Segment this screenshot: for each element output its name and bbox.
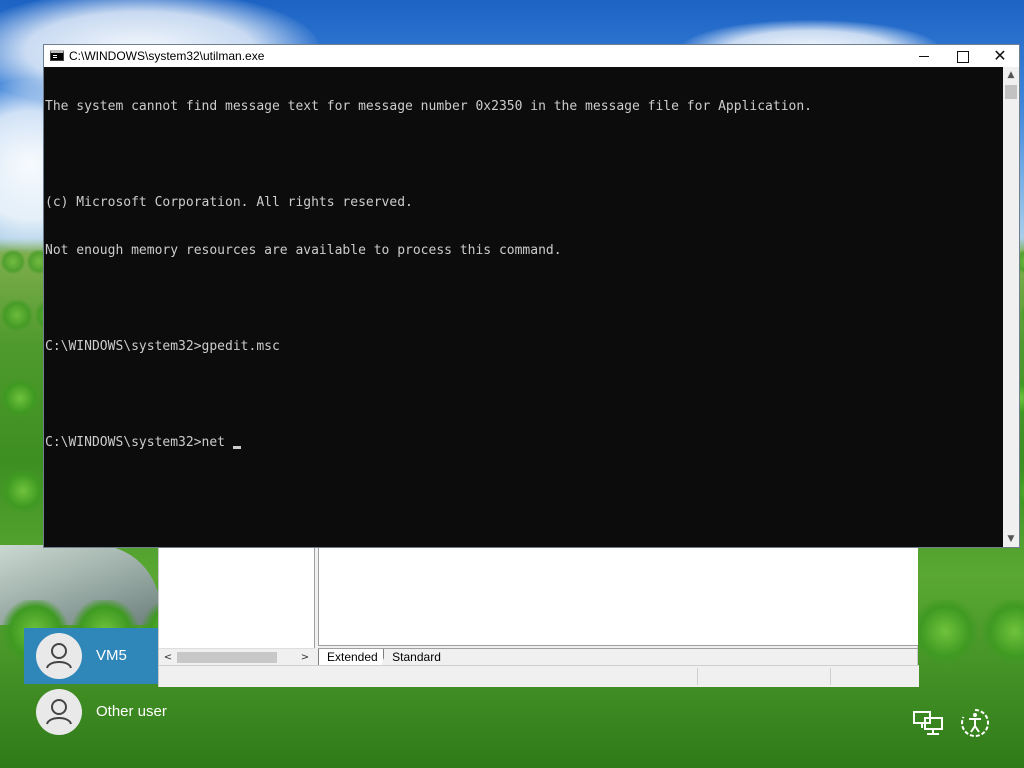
background-window: < > Extended Standard bbox=[158, 545, 919, 687]
console-input-line[interactable]: C:\WINDOWS\system32>net bbox=[45, 435, 1003, 451]
command-prompt-window[interactable]: C:\WINDOWS\system32\utilman.exe ✕ The sy… bbox=[43, 44, 1020, 548]
scrollbar-thumb[interactable] bbox=[177, 652, 277, 663]
tab-label: Standard bbox=[392, 650, 441, 664]
details-pane[interactable] bbox=[318, 546, 918, 646]
status-bar bbox=[159, 665, 919, 687]
tab-standard[interactable]: Standard bbox=[381, 649, 455, 666]
command-prompt-input[interactable]: C:\WINDOWS\system32>net bbox=[45, 435, 233, 450]
user-name: VM5 bbox=[96, 647, 127, 664]
user-tile-vm5[interactable]: VM5 bbox=[24, 628, 158, 684]
ease-of-access-icon[interactable] bbox=[958, 706, 992, 740]
horizontal-scrollbar[interactable]: < > bbox=[159, 648, 315, 665]
window-title: C:\WINDOWS\system32\utilman.exe bbox=[69, 49, 265, 63]
tab-label: Extended bbox=[327, 650, 378, 664]
console-output[interactable]: The system cannot find message text for … bbox=[45, 67, 1003, 547]
title-bar[interactable]: C:\WINDOWS\system32\utilman.exe ✕ bbox=[44, 45, 1019, 67]
console-line: The system cannot find message text for … bbox=[45, 99, 813, 114]
console-line: C:\WINDOWS\system32>gpedit.msc bbox=[45, 339, 280, 354]
text-cursor bbox=[232, 446, 241, 449]
scroll-down-button[interactable]: ▼ bbox=[1003, 531, 1019, 547]
tree-pane[interactable] bbox=[159, 546, 315, 648]
tab-extended[interactable]: Extended bbox=[318, 649, 384, 666]
console-line: Not enough memory resources are availabl… bbox=[45, 243, 562, 258]
maximize-button[interactable] bbox=[943, 45, 981, 67]
minimize-button[interactable] bbox=[905, 45, 943, 67]
scrollbar-thumb[interactable] bbox=[1005, 85, 1017, 99]
command-prompt-icon[interactable] bbox=[50, 50, 64, 61]
scroll-up-button[interactable]: ▲ bbox=[1003, 67, 1019, 83]
person-icon bbox=[46, 643, 72, 669]
network-icon[interactable] bbox=[911, 706, 945, 740]
console-line: (c) Microsoft Corporation. All rights re… bbox=[45, 195, 413, 210]
user-avatar-icon bbox=[36, 689, 82, 735]
close-button[interactable]: ✕ bbox=[981, 45, 1019, 67]
user-avatar-icon bbox=[36, 633, 82, 679]
vertical-scrollbar[interactable]: ▲ ▼ bbox=[1003, 67, 1019, 547]
user-name: Other user bbox=[96, 703, 167, 720]
status-separator bbox=[830, 668, 831, 685]
scroll-right-button[interactable]: > bbox=[297, 650, 313, 665]
status-separator bbox=[697, 668, 698, 685]
person-icon bbox=[46, 699, 72, 725]
view-tabs: Extended Standard bbox=[318, 648, 918, 666]
user-tile-other-user[interactable]: Other user bbox=[24, 684, 167, 740]
scroll-left-button[interactable]: < bbox=[160, 650, 176, 665]
